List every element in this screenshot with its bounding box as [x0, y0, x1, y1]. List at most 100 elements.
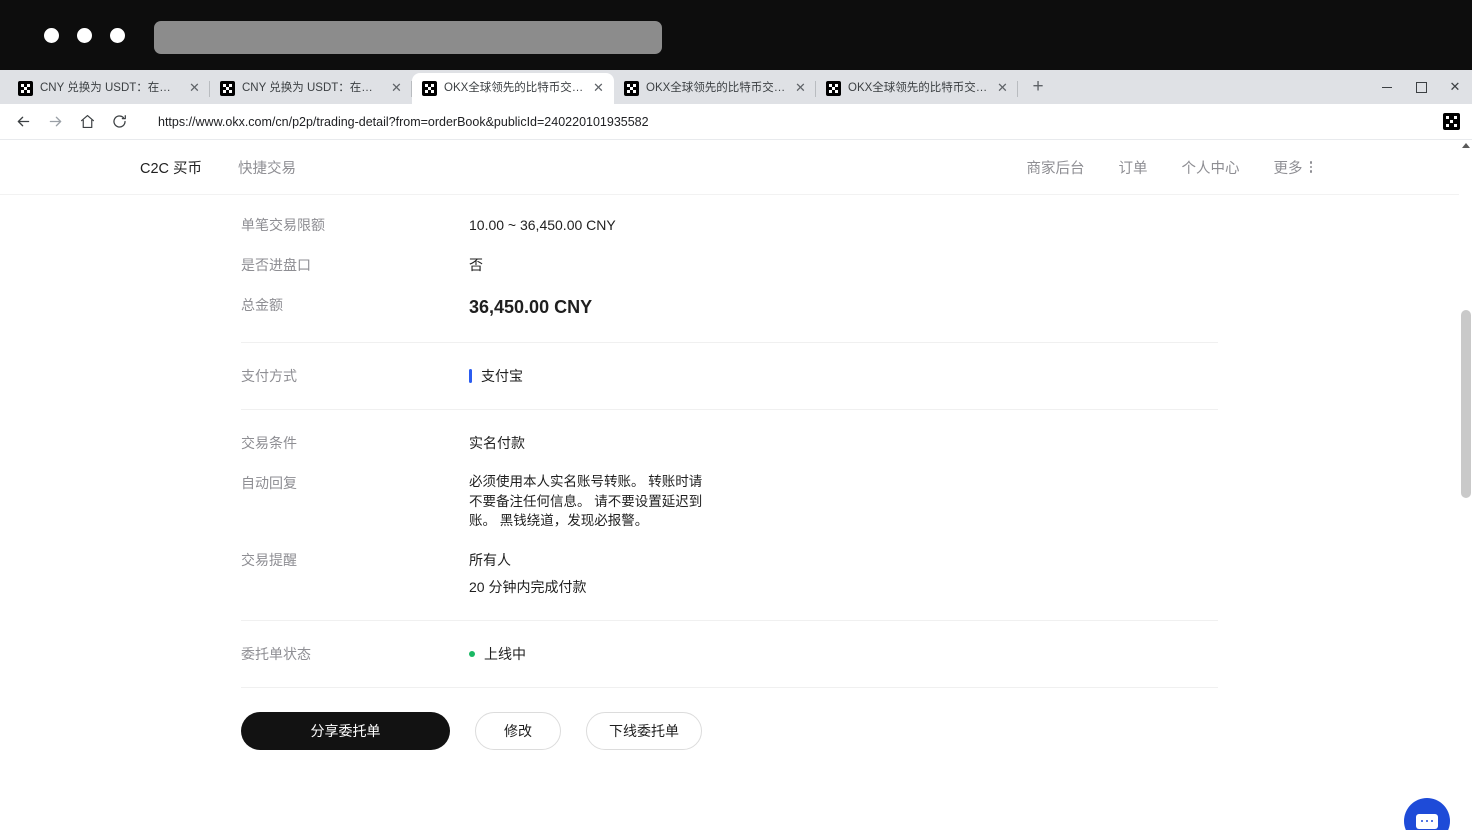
payment-method-name: 支付宝 [481, 368, 523, 384]
browser-window: CNY 兑换为 USDT：在欧易C2C... ✕ CNY 兑换为 USDT：在欧… [0, 70, 1472, 832]
traffic-light-controls[interactable] [44, 28, 125, 43]
browser-tab-5[interactable]: OKX全球领先的比特币交易平台... ✕ [816, 73, 1018, 104]
reload-icon[interactable] [104, 107, 134, 137]
browser-tab-2[interactable]: CNY 兑换为 USDT：在欧易C2C... ✕ [210, 73, 412, 104]
back-arrow-icon[interactable] [8, 107, 38, 137]
order-action-buttons: 分享委托单 修改 下线委托单 [241, 711, 1218, 750]
nav-item-more[interactable]: 更多 [1273, 157, 1312, 178]
close-tab-icon[interactable]: ✕ [389, 81, 404, 96]
total-amount-value: 36,450.00 CNY [469, 297, 593, 317]
page-scrollbar-track[interactable] [1459, 140, 1472, 830]
forward-arrow-icon[interactable] [40, 107, 70, 137]
new-tab-button[interactable]: + [1024, 74, 1052, 102]
row-total-amount: 总金额 36,450.00 CNY [241, 285, 1218, 329]
status-badge: 上线中 [469, 643, 1218, 665]
chat-support-button[interactable] [1404, 798, 1450, 830]
browser-toolbar: https://www.okx.com/cn/p2p/trading-detai… [0, 104, 1472, 140]
order-detail-content: 单笔交易限额 10.00 ~ 36,450.00 CNY 是否进盘口 否 总金额… [0, 195, 1472, 750]
row-value: 支付宝 [469, 365, 1218, 387]
row-label: 总金额 [241, 297, 283, 313]
titlebar-placeholder-bar [154, 21, 662, 54]
browser-tab-4[interactable]: OKX全球领先的比特币交易平台... ✕ [614, 73, 816, 104]
reminder-timeout: 20 分钟内完成付款 [469, 578, 587, 595]
row-value: 必须使用本人实名账号转账。 转账时请不要备注任何信息。 请不要设置延迟到账。 黑… [469, 472, 1218, 531]
row-value: 所有人 20 分钟内完成付款 [469, 549, 1218, 598]
online-status-dot-icon [469, 650, 475, 657]
row-label: 交易条件 [241, 435, 297, 451]
scroll-up-arrow-icon[interactable] [1462, 143, 1470, 148]
tab-title: OKX全球领先的比特币交易平台... [848, 82, 988, 94]
row-auto-reply: 自动回复 必须使用本人实名账号转账。 转账时请不要备注任何信息。 请不要设置延迟… [241, 463, 1218, 540]
page-scrollbar-thumb[interactable] [1461, 310, 1471, 498]
page-viewport: C2C 买币 快捷交易 商家后台 订单 个人中心 更多 单笔交易限额 10.00… [0, 140, 1472, 830]
close-window-dot[interactable] [44, 28, 59, 43]
nav-item-merchant-backend[interactable]: 商家后台 [1027, 157, 1085, 178]
tab-title: CNY 兑换为 USDT：在欧易C2C... [242, 82, 382, 94]
row-in-orderbook: 是否进盘口 否 [241, 245, 1218, 285]
browser-window-controls: ✕ [1370, 70, 1472, 104]
tab-title: OKX全球领先的比特币交易平台... [444, 82, 584, 94]
okx-favicon-icon [18, 81, 33, 96]
section-divider [241, 342, 1218, 343]
close-button[interactable]: ✕ [1438, 70, 1472, 104]
home-icon[interactable] [72, 107, 102, 137]
site-header: C2C 买币 快捷交易 商家后台 订单 个人中心 更多 [0, 140, 1472, 195]
okx-favicon-icon [624, 81, 639, 96]
primary-navigation: C2C 买币 快捷交易 [140, 157, 296, 178]
payment-method-badge: 支付宝 [469, 365, 1218, 387]
maximize-button[interactable] [1404, 70, 1438, 104]
row-label: 委托单状态 [241, 645, 311, 662]
nav-item-orders[interactable]: 订单 [1119, 157, 1148, 178]
address-bar-input[interactable]: https://www.okx.com/cn/p2p/trading-detai… [144, 108, 1435, 135]
row-label: 是否进盘口 [241, 257, 311, 273]
maximize-window-dot[interactable] [110, 28, 125, 43]
nav-item-profile[interactable]: 个人中心 [1182, 157, 1240, 178]
row-payment-method: 支付方式 支付宝 [241, 356, 1218, 396]
row-value: 实名付款 [469, 435, 525, 451]
row-label: 自动回复 [241, 475, 297, 491]
alipay-accent-bar-icon [469, 369, 472, 383]
share-order-button[interactable]: 分享委托单 [241, 711, 450, 750]
nav-item-c2c-buy[interactable]: C2C 买币 [140, 157, 202, 178]
os-titlebar [0, 0, 1472, 70]
modify-order-button[interactable]: 修改 [475, 711, 561, 750]
status-label: 上线中 [484, 645, 526, 662]
section-divider [241, 619, 1218, 621]
okx-extension-icon[interactable] [1443, 113, 1460, 130]
row-trade-reminder: 交易提醒 所有人 20 分钟内完成付款 [241, 540, 1218, 607]
tab-title: OKX全球领先的比特币交易平台... [646, 82, 786, 94]
browser-tab-1[interactable]: CNY 兑换为 USDT：在欧易C2C... ✕ [8, 73, 210, 104]
os-window-shell: CNY 兑换为 USDT：在欧易C2C... ✕ CNY 兑换为 USDT：在欧… [0, 0, 1472, 832]
row-label: 单笔交易限额 [241, 217, 325, 233]
row-label: 支付方式 [241, 368, 297, 384]
chat-support-icon [1416, 813, 1438, 829]
offline-order-button[interactable]: 下线委托单 [586, 711, 702, 750]
section-divider [241, 686, 1218, 688]
okx-favicon-icon [220, 81, 235, 96]
browser-tab-3-active[interactable]: OKX全球领先的比特币交易平台... ✕ [412, 73, 614, 104]
row-single-trade-limit: 单笔交易限额 10.00 ~ 36,450.00 CNY [241, 205, 1218, 245]
close-tab-icon[interactable]: ✕ [591, 81, 606, 96]
section-divider [241, 409, 1218, 410]
secondary-navigation: 商家后台 订单 个人中心 更多 [1027, 157, 1312, 178]
close-tab-icon[interactable]: ✕ [793, 81, 808, 96]
auto-reply-text: 必须使用本人实名账号转账。 转账时请不要备注任何信息。 请不要设置延迟到账。 黑… [469, 474, 703, 528]
order-detail-table: 单笔交易限额 10.00 ~ 36,450.00 CNY 是否进盘口 否 总金额… [241, 205, 1218, 750]
minimize-button[interactable] [1370, 70, 1404, 104]
kebab-menu-icon [1309, 161, 1312, 173]
okx-favicon-icon [422, 81, 437, 96]
row-trade-condition: 交易条件 实名付款 [241, 423, 1218, 463]
row-value: 上线中 [469, 643, 1218, 665]
nav-item-quick-trade[interactable]: 快捷交易 [238, 157, 296, 178]
more-label: 更多 [1273, 160, 1303, 177]
row-order-status: 委托单状态 上线中 [241, 634, 1218, 674]
okx-favicon-icon [826, 81, 841, 96]
close-tab-icon[interactable]: ✕ [995, 81, 1010, 96]
row-value: 10.00 ~ 36,450.00 CNY [469, 217, 616, 233]
minimize-window-dot[interactable] [77, 28, 92, 43]
close-tab-icon[interactable]: ✕ [187, 81, 202, 96]
browser-tabstrip: CNY 兑换为 USDT：在欧易C2C... ✕ CNY 兑换为 USDT：在欧… [0, 70, 1472, 104]
row-label: 交易提醒 [241, 551, 297, 568]
reminder-audience: 所有人 [469, 551, 511, 568]
tab-title: CNY 兑换为 USDT：在欧易C2C... [40, 82, 180, 94]
